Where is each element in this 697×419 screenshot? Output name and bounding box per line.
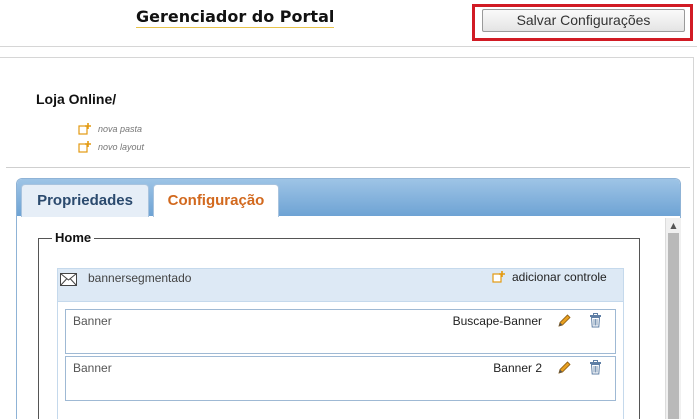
new-folder-label: nova pasta: [98, 124, 143, 134]
item-value: Banner 2: [493, 361, 542, 375]
list-item: Banner Buscape-Banner: [65, 309, 616, 354]
breadcrumb: Loja Online/: [36, 91, 117, 107]
item-type: Banner: [73, 361, 112, 375]
tab-properties[interactable]: Propriedades: [21, 184, 149, 217]
vertical-scrollbar[interactable]: ▲: [665, 218, 681, 419]
new-folder-link[interactable]: nova pasta: [78, 123, 142, 135]
new-layout-label: novo layout: [98, 142, 145, 152]
add-folder-icon: [78, 123, 91, 135]
control-name: bannersegmentado: [88, 271, 192, 285]
trash-icon[interactable]: [589, 360, 602, 375]
new-layout-link[interactable]: novo layout: [78, 141, 144, 153]
envelope-icon: [60, 273, 77, 286]
scroll-thumb[interactable]: [668, 233, 679, 419]
fieldset-legend: Home: [52, 230, 95, 245]
pencil-icon[interactable]: [557, 360, 572, 375]
pencil-icon[interactable]: [557, 313, 572, 328]
item-type: Banner: [73, 314, 112, 328]
scroll-up-icon[interactable]: ▲: [666, 220, 681, 232]
add-control-label: adicionar controle: [512, 270, 607, 284]
add-control-icon: [492, 271, 505, 283]
divider: [6, 167, 690, 168]
add-layout-icon: [78, 141, 91, 153]
trash-icon[interactable]: [589, 313, 602, 328]
item-value: Buscape-Banner: [452, 314, 542, 328]
save-settings-button[interactable]: Salvar Configurações: [482, 9, 685, 32]
tab-strip: Propriedades Configuração: [17, 179, 680, 217]
add-control-link[interactable]: adicionar controle: [492, 270, 607, 284]
tab-configuration[interactable]: Configuração: [153, 184, 279, 217]
list-item: Banner Banner 2: [65, 356, 616, 401]
page-title: Gerenciador do Portal: [136, 7, 335, 28]
